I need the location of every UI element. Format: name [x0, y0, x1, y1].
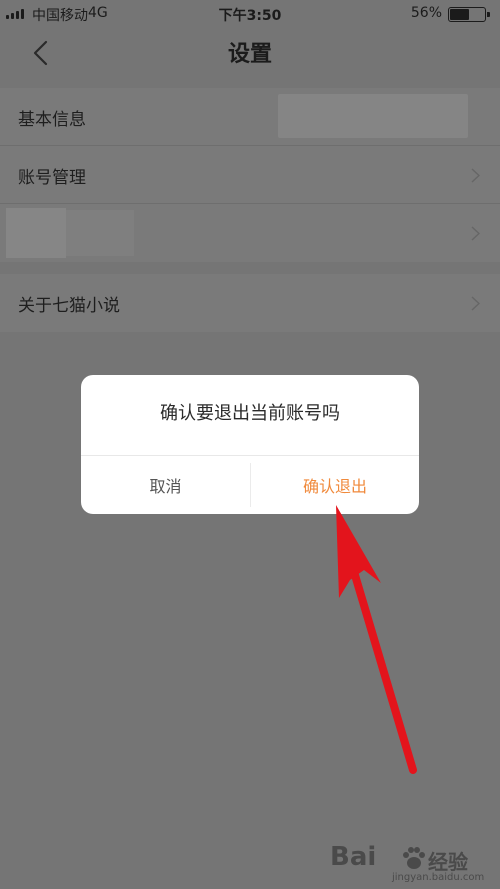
settings-row-about[interactable]: 关于七猫小说	[0, 274, 500, 332]
watermark-url: jingyan.baidu.com	[392, 872, 485, 883]
battery-icon	[448, 7, 490, 22]
logout-confirm-dialog: 确认要退出当前账号吗 取消 确认退出	[81, 375, 419, 514]
chevron-right-icon	[471, 226, 480, 241]
battery-fill	[450, 9, 470, 20]
settings-row-blurred[interactable]	[0, 204, 500, 262]
chevron-right-icon	[471, 296, 480, 311]
status-bar: 中国移动 4G 下午3:50 56%	[0, 0, 500, 28]
settings-row-account-management[interactable]: 账号管理	[0, 146, 500, 204]
paw-icon	[403, 847, 425, 869]
baidu-jingyan-watermark: Bai 经验 jingyan.baidu.com	[330, 842, 490, 886]
dialog-message: 确认要退出当前账号吗	[160, 403, 340, 424]
row-label: 关于七猫小说	[18, 296, 120, 316]
settings-row-basic-info[interactable]: 基本信息	[0, 88, 500, 146]
blurred-label	[66, 210, 134, 256]
confirm-logout-button[interactable]: 确认退出	[251, 456, 419, 514]
cancel-button[interactable]: 取消	[81, 456, 250, 514]
navigation-bar: 设置	[0, 28, 500, 78]
row-label: 基本信息	[18, 110, 86, 130]
blurred-info	[278, 94, 468, 138]
watermark-logo-text: Bai	[330, 842, 377, 872]
blurred-avatar	[6, 208, 66, 258]
page-title: 设置	[227, 42, 272, 67]
row-label: 账号管理	[18, 168, 86, 188]
chevron-right-icon	[471, 168, 480, 183]
settings-group: 关于七猫小说	[0, 274, 500, 332]
battery-percent: 56%	[410, 5, 442, 21]
settings-group: 基本信息 账号管理	[0, 88, 500, 262]
watermark-word: 经验	[428, 850, 468, 874]
